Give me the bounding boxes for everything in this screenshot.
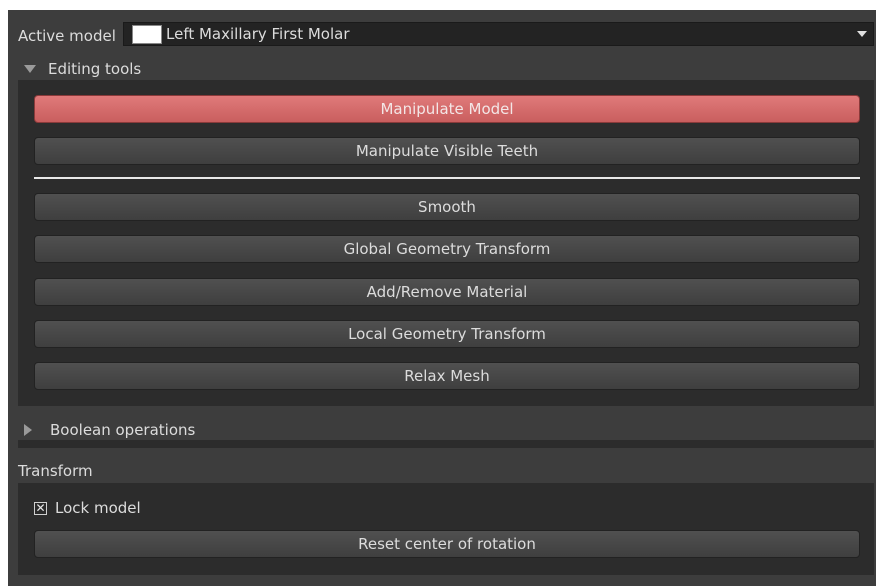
button-label: Manipulate Visible Teeth (355, 142, 539, 160)
button-label: Add/Remove Material (366, 283, 528, 301)
smooth-button[interactable]: Smooth (34, 193, 860, 221)
button-label: Smooth (418, 198, 476, 216)
model-color-swatch (132, 24, 162, 44)
reset-center-of-rotation-button[interactable]: Reset center of rotation (34, 530, 860, 558)
boolean-operations-title: Boolean operations (50, 421, 196, 439)
button-label: Relax Mesh (404, 367, 490, 385)
button-label: Local Geometry Transform (348, 325, 546, 343)
add-remove-material-button[interactable]: Add/Remove Material (34, 278, 860, 306)
separator-line (34, 177, 860, 179)
boolean-operations-group (18, 440, 874, 448)
manipulate-model-button[interactable]: Manipulate Model (34, 95, 860, 123)
lock-model-label: Lock model (55, 499, 141, 517)
active-model-label: Active model (18, 27, 116, 45)
active-model-row: Active model (18, 24, 126, 48)
checkmark-icon: ✕ (35, 500, 46, 515)
editing-tools-title: Editing tools (48, 60, 142, 78)
editing-tools-header[interactable]: Editing tools (24, 58, 141, 80)
button-label: Manipulate Model (380, 100, 514, 118)
expand-arrow-icon (24, 65, 36, 73)
manipulate-visible-teeth-button[interactable]: Manipulate Visible Teeth (34, 137, 860, 165)
relax-mesh-button[interactable]: Relax Mesh (34, 362, 860, 390)
local-geometry-transform-button[interactable]: Local Geometry Transform (34, 320, 860, 348)
properties-panel: Active model Left Maxillary First Molar … (8, 10, 876, 586)
button-label: Global Geometry Transform (343, 240, 551, 258)
lock-model-checkbox[interactable]: ✕ (34, 500, 47, 515)
boolean-operations-header[interactable]: Boolean operations (24, 419, 195, 441)
global-geometry-transform-button[interactable]: Global Geometry Transform (34, 235, 860, 263)
lock-model-row[interactable]: ✕ Lock model (34, 498, 141, 518)
chevron-down-icon (857, 31, 867, 37)
transform-title: Transform (18, 462, 93, 480)
transform-header: Transform (18, 460, 93, 482)
button-label: Reset center of rotation (358, 535, 536, 553)
active-model-value: Left Maxillary First Molar (166, 25, 350, 43)
active-model-dropdown[interactable]: Left Maxillary First Molar (123, 22, 874, 46)
transform-group (18, 483, 874, 575)
collapse-arrow-icon (24, 424, 32, 436)
